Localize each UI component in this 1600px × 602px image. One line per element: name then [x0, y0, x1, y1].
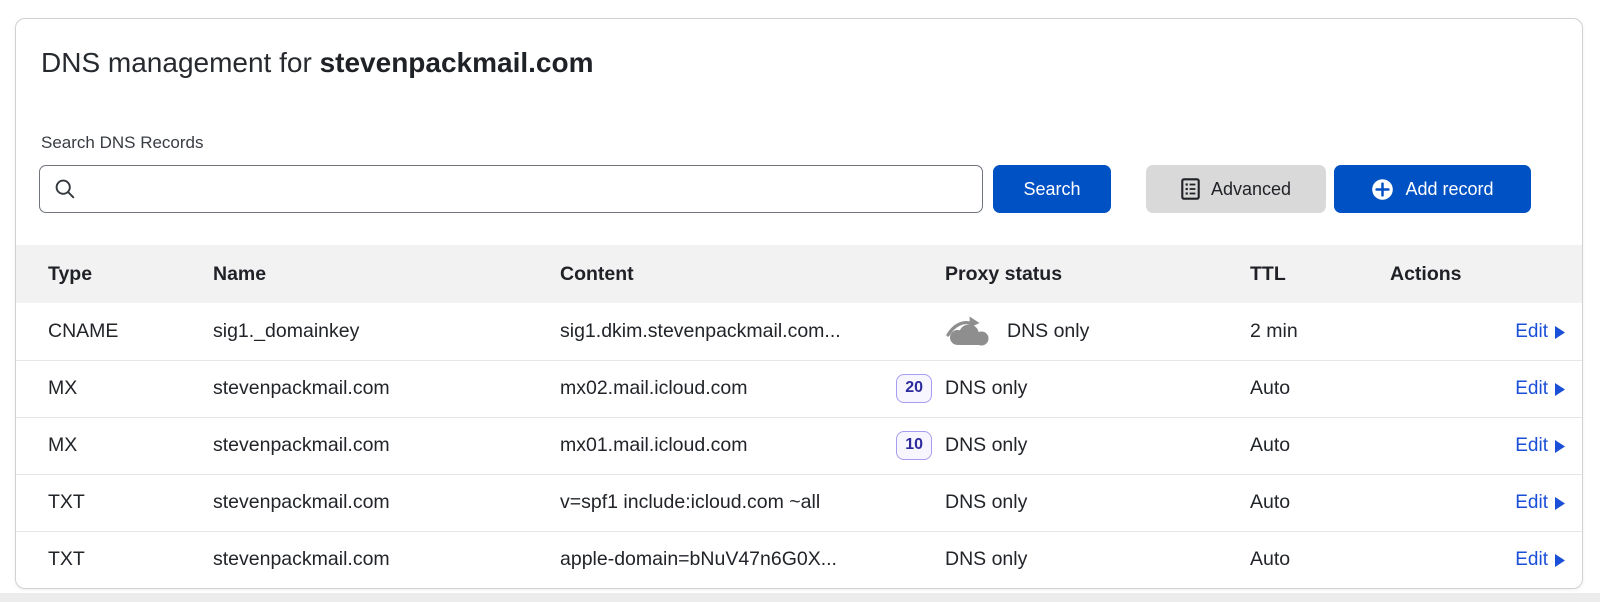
- record-name: stevenpackmail.com: [213, 474, 560, 531]
- record-ttl: Auto: [1241, 474, 1390, 531]
- advanced-button[interactable]: Advanced: [1146, 165, 1326, 213]
- record-name: sig1._domainkey: [213, 303, 560, 360]
- search-button[interactable]: Search: [993, 165, 1111, 213]
- table-row: MX stevenpackmail.com mx02.mail.icloud.c…: [16, 360, 1582, 417]
- record-content: mx01.mail.icloud.com: [560, 434, 747, 457]
- edit-link[interactable]: Edit: [1515, 549, 1565, 571]
- page-title-prefix: DNS management for: [41, 47, 312, 78]
- edit-arrow-icon: [1555, 326, 1565, 339]
- page-title-domain: stevenpackmail.com: [320, 47, 594, 78]
- dns-management-card: DNS management for stevenpackmail.com Se…: [15, 18, 1583, 589]
- record-content: apple-domain=bNuV47n6G0X...: [560, 548, 837, 571]
- page-title: DNS management for stevenpackmail.com: [41, 46, 1582, 80]
- table-row: MX stevenpackmail.com mx01.mail.icloud.c…: [16, 417, 1582, 474]
- add-record-button-label: Add record: [1405, 179, 1493, 200]
- edit-arrow-icon: [1555, 383, 1565, 396]
- column-header-actions: Actions: [1390, 245, 1582, 303]
- priority-badge: 20: [896, 374, 932, 403]
- edit-link-label: Edit: [1515, 492, 1548, 514]
- edit-link-label: Edit: [1515, 378, 1548, 400]
- record-type: MX: [16, 360, 213, 417]
- edit-arrow-icon: [1555, 554, 1565, 567]
- proxy-status-label: DNS only: [945, 434, 1027, 457]
- record-name: stevenpackmail.com: [213, 531, 560, 588]
- search-box: [39, 165, 983, 213]
- proxy-status-label: DNS only: [945, 548, 1027, 571]
- advanced-form-icon: [1181, 178, 1200, 200]
- edit-link[interactable]: Edit: [1515, 492, 1565, 514]
- record-type: CNAME: [16, 303, 213, 360]
- record-ttl: Auto: [1241, 531, 1390, 588]
- plus-circle-icon: [1371, 178, 1394, 201]
- table-row: TXT stevenpackmail.com v=spf1 include:ic…: [16, 474, 1582, 531]
- record-name: stevenpackmail.com: [213, 417, 560, 474]
- dns-table-body: CNAME sig1._domainkey sig1.dkim.stevenpa…: [16, 303, 1582, 588]
- search-label: Search DNS Records: [41, 133, 1582, 153]
- record-content: mx02.mail.icloud.com: [560, 377, 747, 400]
- dns-only-cloud-icon: [945, 316, 991, 346]
- column-header-ttl: TTL: [1241, 245, 1390, 303]
- search-input[interactable]: [39, 165, 983, 213]
- table-row: TXT stevenpackmail.com apple-domain=bNuV…: [16, 531, 1582, 588]
- table-header-row: Type Name Content Proxy status TTL Actio…: [16, 245, 1582, 303]
- advanced-button-label: Advanced: [1211, 179, 1291, 200]
- edit-link[interactable]: Edit: [1515, 378, 1565, 400]
- page-bottom-edge: [0, 593, 1600, 602]
- proxy-status-label: DNS only: [945, 377, 1027, 400]
- proxy-status-label: DNS only: [945, 491, 1027, 514]
- column-header-type: Type: [16, 245, 213, 303]
- priority-badge: 10: [896, 431, 932, 460]
- edit-link-label: Edit: [1515, 549, 1548, 571]
- record-content: v=spf1 include:icloud.com ~all: [560, 491, 820, 514]
- edit-arrow-icon: [1555, 497, 1565, 510]
- edit-arrow-icon: [1555, 440, 1565, 453]
- edit-link-label: Edit: [1515, 321, 1548, 343]
- edit-link-label: Edit: [1515, 435, 1548, 457]
- column-header-name: Name: [213, 245, 560, 303]
- record-name: stevenpackmail.com: [213, 360, 560, 417]
- record-content: sig1.dkim.stevenpackmail.com...: [560, 320, 841, 343]
- proxy-status-label: DNS only: [1007, 320, 1089, 343]
- record-type: TXT: [16, 474, 213, 531]
- edit-link[interactable]: Edit: [1515, 321, 1565, 343]
- record-ttl: 2 min: [1241, 303, 1390, 360]
- column-header-content: Content: [560, 245, 936, 303]
- record-type: TXT: [16, 531, 213, 588]
- dns-toolbar: Search Advanced Add record: [39, 165, 1582, 213]
- column-header-proxy-status: Proxy status: [936, 245, 1241, 303]
- record-ttl: Auto: [1241, 360, 1390, 417]
- table-row: CNAME sig1._domainkey sig1.dkim.stevenpa…: [16, 303, 1582, 360]
- record-ttl: Auto: [1241, 417, 1390, 474]
- add-record-button[interactable]: Add record: [1334, 165, 1531, 213]
- dns-records-table: Type Name Content Proxy status TTL Actio…: [16, 245, 1582, 588]
- edit-link[interactable]: Edit: [1515, 435, 1565, 457]
- search-button-label: Search: [1023, 179, 1080, 200]
- record-type: MX: [16, 417, 213, 474]
